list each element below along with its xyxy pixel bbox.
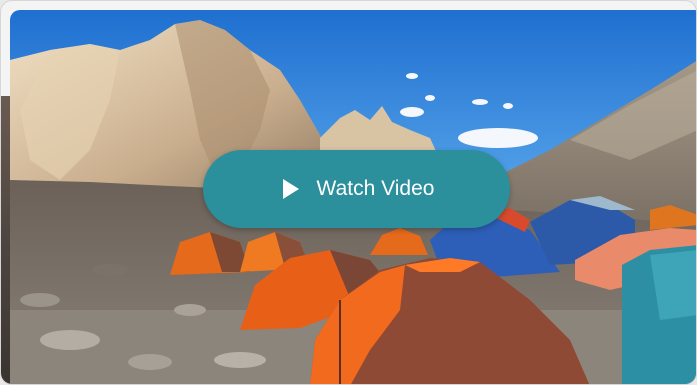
play-icon xyxy=(282,179,299,199)
video-thumbnail[interactable]: Watch Video xyxy=(10,10,696,384)
watch-video-button[interactable]: Watch Video xyxy=(203,150,510,228)
watch-video-label: Watch Video xyxy=(316,177,435,200)
video-card: Watch Video xyxy=(0,0,697,385)
adjacent-card-edge xyxy=(1,96,10,384)
